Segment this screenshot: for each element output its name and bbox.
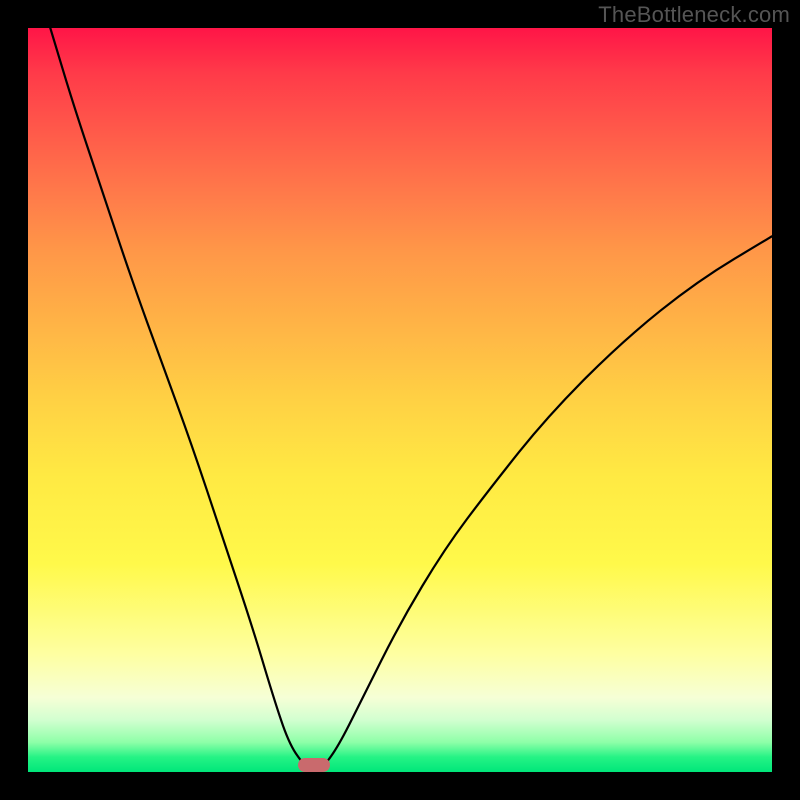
- watermark-text: TheBottleneck.com: [598, 2, 790, 28]
- bottleneck-curve: [50, 28, 772, 770]
- plot-area: [28, 28, 772, 772]
- curve-svg: [28, 28, 772, 772]
- chart-frame: TheBottleneck.com: [0, 0, 800, 800]
- optimal-marker: [298, 758, 330, 772]
